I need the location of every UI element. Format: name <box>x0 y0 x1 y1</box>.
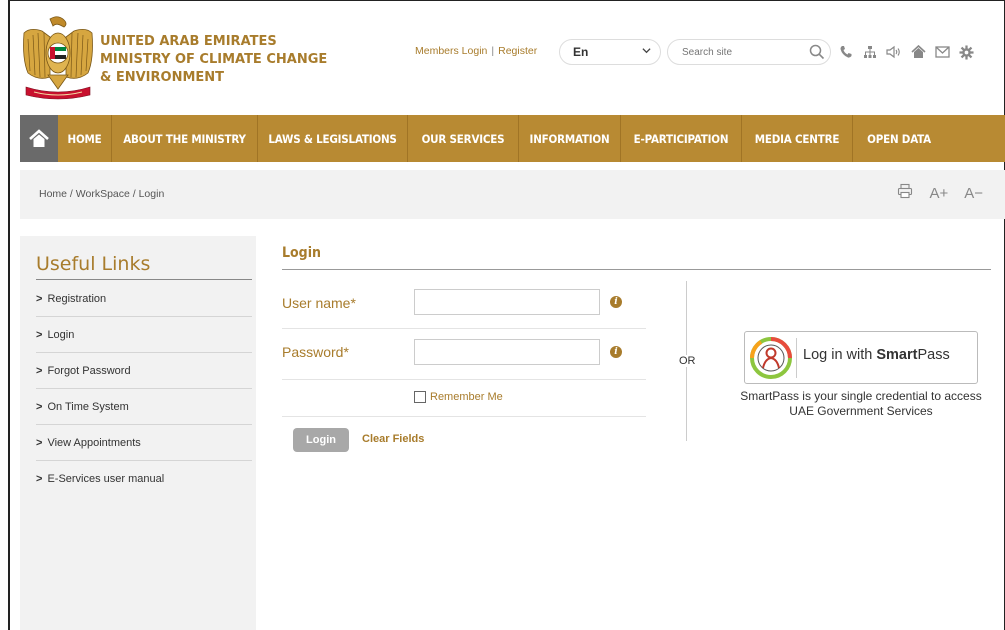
page-title: Login <box>282 245 321 261</box>
remember-me-label: Remember Me <box>430 391 503 403</box>
chevron-right-icon: > <box>36 328 43 341</box>
chevron-down-icon <box>642 46 651 57</box>
nav-item-about-the-ministry[interactable]: ABOUT THE MINISTRY <box>112 115 258 162</box>
sidebar-item-label: Forgot Password <box>47 364 131 377</box>
username-label: User name* <box>282 295 356 311</box>
font-increase-button[interactable]: A+ <box>929 185 948 202</box>
info-icon[interactable]: i <box>610 346 622 358</box>
search-icon[interactable] <box>808 43 826 66</box>
remember-me-checkbox[interactable] <box>414 391 426 403</box>
sidebar-item-label: View Appointments <box>47 436 141 449</box>
chevron-right-icon: > <box>36 436 43 449</box>
page-tools: A+ A− <box>897 183 983 203</box>
site-header: UNITED ARAB EMIRATES MINISTRY OF CLIMATE… <box>10 1 1005 113</box>
link-separator: | <box>491 45 495 57</box>
home-icon <box>29 128 49 147</box>
sitemap-icon[interactable] <box>861 43 879 61</box>
print-icon[interactable] <box>897 183 913 203</box>
form-divider <box>282 416 646 417</box>
or-separator: OR <box>675 355 700 367</box>
members-login-link[interactable]: Members Login <box>415 45 487 57</box>
login-button[interactable]: Login <box>293 428 349 452</box>
title-divider <box>282 269 991 270</box>
username-row: User name* i <box>282 279 646 329</box>
chevron-right-icon: > <box>36 292 43 305</box>
search-box <box>667 39 831 65</box>
phone-icon[interactable] <box>837 43 855 61</box>
audio-icon[interactable] <box>885 43 903 61</box>
breadcrumb[interactable]: Home / WorkSpace / Login <box>39 188 164 200</box>
smartpass-login-button[interactable]: Log in with SmartPass <box>744 331 978 384</box>
ministry-line-3: & ENVIRONMENT <box>100 70 225 85</box>
sidebar-item-registration[interactable]: > Registration <box>36 281 252 317</box>
info-icon[interactable]: i <box>610 296 622 308</box>
sidebar-item-on-time-system[interactable]: > On Time System <box>36 389 252 425</box>
clear-fields-button[interactable]: Clear Fields <box>362 433 424 445</box>
home-icon[interactable] <box>909 43 927 61</box>
nav-item-information[interactable]: INFORMATION <box>519 115 621 162</box>
nav-item-open-data[interactable]: OPEN DATA <box>853 115 945 162</box>
nav-item-e-participation[interactable]: E-PARTICIPATION <box>621 115 742 162</box>
sidebar-list: > Registration > Login > Forgot Password > O… <box>36 281 252 497</box>
page-frame: UNITED ARAB EMIRATES MINISTRY OF CLIMATE… <box>8 0 1005 630</box>
member-links: Members Login | Register <box>415 45 537 57</box>
sidebar-divider <box>36 279 252 280</box>
breadcrumb-bar: Home / WorkSpace / Login A+ A− <box>20 170 1005 219</box>
nav-item-home[interactable]: HOME <box>58 115 112 162</box>
smartpass-prefix: Log in with <box>803 347 877 363</box>
smartpass-label: Log in with SmartPass <box>803 347 950 363</box>
font-decrease-button[interactable]: A− <box>964 185 983 202</box>
remember-me[interactable]: Remember Me <box>414 391 503 403</box>
password-input[interactable] <box>414 339 600 365</box>
sidebar-item-login[interactable]: > Login <box>36 317 252 353</box>
sidebar-item-e-services-manual[interactable]: > E-Services user manual <box>36 461 252 497</box>
uae-emblem-logo[interactable] <box>20 15 96 101</box>
ministry-line-2: MINISTRY OF CLIMATE CHANGE <box>100 52 328 67</box>
password-label: Password* <box>282 344 349 360</box>
language-select[interactable]: En <box>559 39 661 65</box>
nav-item-our-services[interactable]: OUR SERVICES <box>408 115 519 162</box>
smartpass-description: SmartPass is your single credential to a… <box>740 389 982 418</box>
useful-links-sidebar: Useful Links > Registration > Login > Forgo… <box>20 236 256 630</box>
nav-home-button[interactable] <box>20 115 58 162</box>
nav-item-media-centre[interactable]: MEDIA CENTRE <box>742 115 853 162</box>
chevron-right-icon: > <box>36 473 43 485</box>
language-value: En <box>573 45 589 59</box>
username-input[interactable] <box>414 289 600 315</box>
search-input[interactable] <box>682 40 802 64</box>
mail-icon[interactable] <box>933 43 951 61</box>
sidebar-item-label: Registration <box>47 292 107 305</box>
gear-icon[interactable] <box>957 43 975 61</box>
smartpass-logo-icon <box>750 337 792 379</box>
header-tools <box>837 43 975 61</box>
sidebar-title: Useful Links <box>36 253 151 275</box>
password-row: Password* i <box>282 329 646 380</box>
nav-item-laws-legislations[interactable]: LAWS & LEGISLATIONS <box>258 115 408 162</box>
smartpass-bold: Smart <box>876 347 918 363</box>
smartpass-suffix: Pass <box>917 347 950 363</box>
ministry-name[interactable]: UNITED ARAB EMIRATES MINISTRY OF CLIMATE… <box>100 33 327 87</box>
smartpass-divider <box>796 338 797 378</box>
sidebar-item-view-appointments[interactable]: > View Appointments <box>36 425 252 461</box>
sidebar-item-forgot-password[interactable]: > Forgot Password <box>36 353 252 389</box>
main-navigation: HOME ABOUT THE MINISTRY LAWS & LEGISLATI… <box>20 115 1005 162</box>
ministry-line-1: UNITED ARAB EMIRATES <box>100 34 277 49</box>
chevron-right-icon: > <box>36 400 43 413</box>
sidebar-item-label: E-Services user manual <box>47 473 165 485</box>
sidebar-item-label: On Time System <box>47 400 129 413</box>
sidebar-item-label: Login <box>47 328 75 341</box>
chevron-right-icon: > <box>36 364 43 377</box>
register-link[interactable]: Register <box>498 45 537 57</box>
